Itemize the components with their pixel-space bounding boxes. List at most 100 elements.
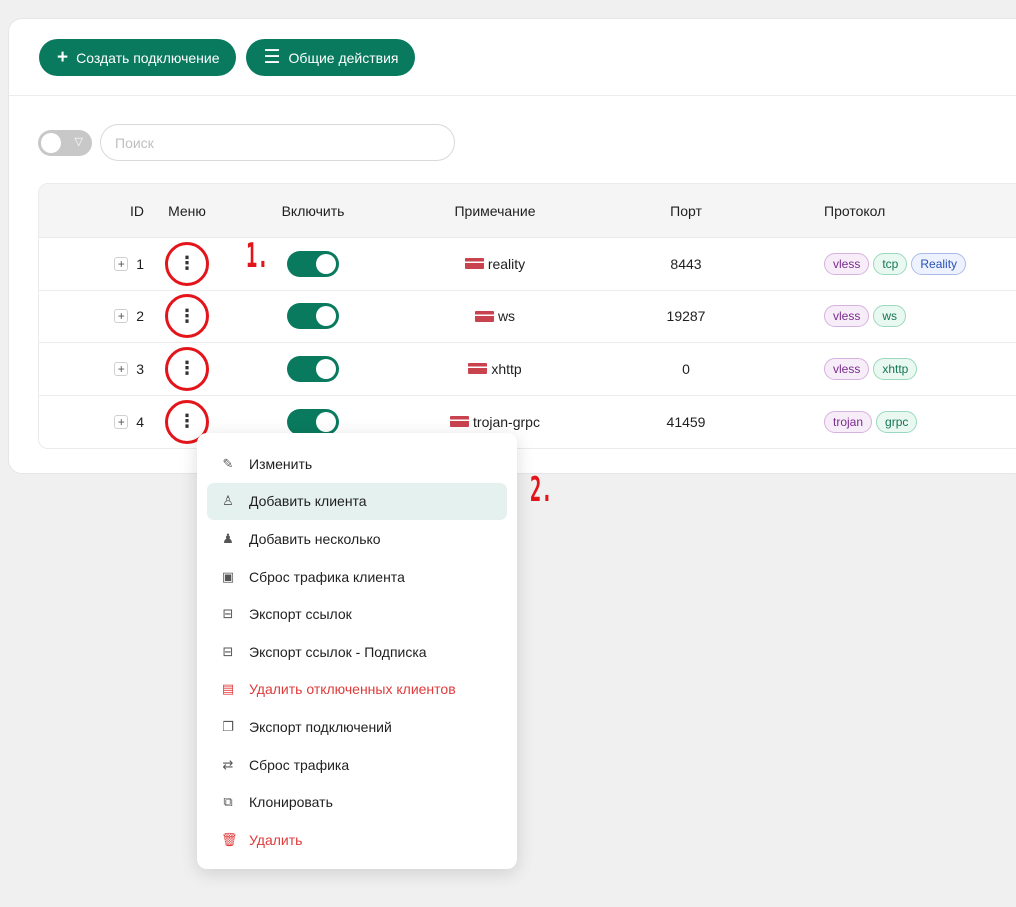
header-menu: Меню: [168, 202, 206, 219]
general-actions-label: Общие действия: [288, 49, 399, 66]
menu-item[interactable]: ▤ Удалить отключенных клиентов: [207, 671, 507, 709]
header-port: Порт: [670, 202, 702, 219]
expand-icon[interactable]: +: [114, 361, 129, 376]
menu-items: ✎ Изменить ♙ Добавить клиента ♟ Добавить н…: [207, 445, 507, 859]
menu-item-label: Удалить отключенных клиентов: [249, 681, 456, 698]
port-cell: 41459: [586, 414, 786, 430]
row-port: 8443: [670, 255, 702, 272]
enable-switch[interactable]: [287, 250, 339, 277]
switch-knob: [316, 358, 336, 379]
header-enable: Включить: [281, 202, 345, 219]
id-cell: + 3: [39, 361, 152, 377]
row-port: 0: [682, 360, 690, 377]
more-menu-button[interactable]: ⋮: [165, 346, 209, 391]
more-vertical-icon: ⋮: [178, 253, 196, 274]
row-note: xhttp: [491, 360, 522, 377]
menu-item[interactable]: ❐ Экспорт подключений: [207, 708, 507, 746]
toolbar: + Создать подключение ☰ Общие действия: [39, 39, 415, 76]
inbounds-card: + Создать подключение ☰ Общие действия ▽…: [8, 18, 1016, 474]
expand-icon[interactable]: +: [114, 414, 129, 429]
general-actions-button[interactable]: ☰ Общие действия: [245, 39, 415, 76]
export-sub-icon: ⊟: [222, 643, 234, 659]
menu-item[interactable]: ⧉ Клонировать: [207, 783, 507, 821]
protocol-tag: trojan: [824, 410, 873, 433]
table-header: ID Меню Включить Примечание Порт Протоко…: [39, 184, 1016, 238]
swap-icon: ⇄: [222, 756, 234, 772]
protocol-tag: grpc: [876, 410, 918, 433]
menu-item-label: Экспорт подключений: [249, 718, 392, 735]
enable-switch[interactable]: [287, 303, 339, 330]
protocol-tag: Reality: [911, 252, 967, 275]
switch-knob: [316, 306, 336, 327]
trash-icon: 🗑: [221, 831, 238, 847]
annotation-two: 2.: [530, 470, 553, 510]
protocol-cell: vless ws: [786, 305, 1016, 328]
menu-cell: ⋮: [152, 241, 222, 286]
note-cell: trojan-grpc: [404, 414, 586, 430]
more-vertical-icon: ⋮: [178, 411, 196, 432]
menu-item[interactable]: ♟ Добавить несколько: [207, 520, 507, 558]
menu-item[interactable]: ♙ Добавить клиента: [207, 482, 507, 521]
expand-icon[interactable]: +: [114, 309, 129, 324]
create-connection-button[interactable]: + Создать подключение: [39, 39, 236, 76]
protocol-tag: ws: [873, 305, 907, 328]
note-cell: xhttp: [404, 361, 586, 377]
protocol-tag: vless: [824, 252, 870, 275]
menu-item[interactable]: ✎ Изменить: [207, 445, 507, 483]
flag-icon: [474, 310, 494, 322]
enable-cell: [222, 408, 404, 435]
switch-knob: [316, 253, 336, 274]
inbound-context-menu: ✎ Изменить ♙ Добавить клиента ♟ Добавить н…: [197, 433, 517, 869]
enable-switch[interactable]: [287, 408, 339, 435]
menu-item-label: Экспорт ссылок: [249, 606, 352, 623]
row-id: 4: [136, 413, 144, 430]
note-cell: ws: [404, 308, 586, 324]
table-row: + 3 ⋮ xhttp 0 vless xhttp: [39, 343, 1016, 396]
menu-item[interactable]: ⊟ Экспорт ссылок - Подписка: [207, 633, 507, 671]
flag-icon: [464, 258, 484, 270]
menu-lines-icon: ☰: [263, 47, 281, 68]
annotation-one: 1.: [246, 236, 269, 276]
table-body: + 1 ⋮ reality 8443 vless tcp Reality + 2 ⋮: [39, 238, 1016, 448]
protocol-tag: vless: [824, 305, 870, 328]
expand-icon[interactable]: +: [114, 256, 129, 271]
enable-cell: [222, 355, 404, 382]
switch-knob: [316, 411, 336, 432]
more-vertical-icon: ⋮: [178, 358, 196, 379]
create-connection-label: Создать подключение: [76, 49, 220, 66]
more-menu-button[interactable]: ⋮: [165, 241, 209, 286]
filter-icon: ▽: [74, 135, 83, 148]
row-note: ws: [497, 308, 516, 325]
row-note: reality: [487, 255, 526, 272]
divider: [9, 95, 1016, 96]
toggle-knob: [41, 132, 61, 153]
row-id: 3: [136, 360, 144, 377]
table-row: + 1 ⋮ reality 8443 vless tcp Reality: [39, 238, 1016, 291]
menu-item[interactable]: ⊟ Экспорт ссылок: [207, 595, 507, 633]
edit-icon: ✎: [222, 455, 234, 471]
plus-icon: +: [57, 47, 69, 68]
menu-item[interactable]: ▣ Сброс трафика клиента: [207, 558, 507, 596]
menu-item-label: Клонировать: [249, 794, 333, 811]
header-note: Примечание: [454, 202, 536, 219]
menu-item-label: Сброс трафика клиента: [249, 568, 405, 585]
port-cell: 8443: [586, 256, 786, 272]
enable-switch[interactable]: [287, 355, 339, 382]
user-add-icon: ♙: [222, 493, 234, 509]
note-cell: reality: [404, 256, 586, 272]
port-cell: 19287: [586, 308, 786, 324]
filter-toggle[interactable]: ▽: [38, 129, 92, 156]
inbounds-table: ID Меню Включить Примечание Порт Протоко…: [38, 183, 1016, 449]
header-protocol: Протокол: [824, 202, 886, 219]
protocol-tag: vless: [824, 357, 870, 380]
search-input[interactable]: [100, 124, 455, 161]
protocol-tag: xhttp: [873, 357, 918, 380]
menu-cell: ⋮: [152, 294, 222, 339]
menu-item[interactable]: 🗑 Удалить: [207, 821, 507, 859]
delete-disabled-icon: ▤: [221, 681, 235, 697]
id-cell: + 1: [39, 256, 152, 272]
more-menu-button[interactable]: ⋮: [165, 294, 209, 339]
id-cell: + 2: [39, 308, 152, 324]
menu-item[interactable]: ⇄ Сброс трафика: [207, 746, 507, 784]
row-note: trojan-grpc: [473, 413, 540, 430]
